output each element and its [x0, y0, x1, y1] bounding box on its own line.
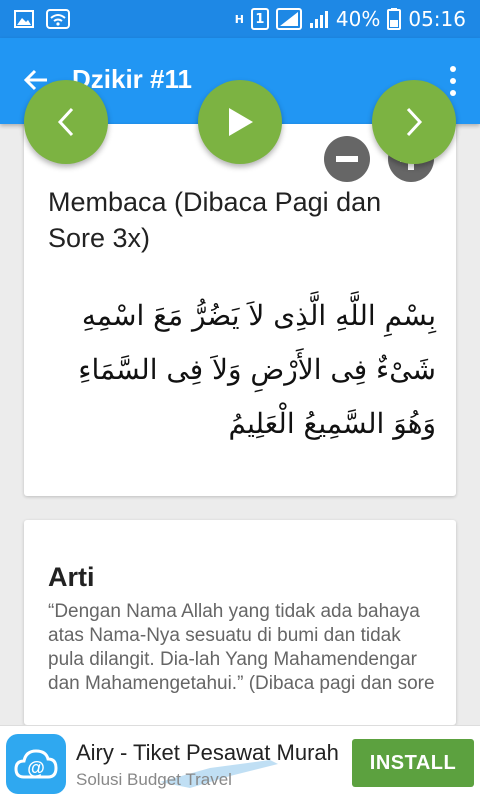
signal-icon: [275, 8, 302, 30]
ad-title: Airy - Tiket Pesawat Murah: [76, 740, 339, 765]
wifi-icon: [46, 9, 70, 29]
chevron-right-icon: [406, 107, 423, 137]
zoom-out-icon[interactable]: [324, 136, 370, 182]
next-button[interactable]: [372, 80, 456, 164]
gallery-notification-icon: [14, 10, 34, 28]
dzikir-title: Membaca (Dibaca Pagi dan Sore 3x): [48, 187, 382, 253]
signal-secondary-icon: [309, 9, 329, 29]
arti-title: Arti: [48, 562, 95, 592]
airy-logo-icon: @: [6, 734, 66, 794]
status-bar: H 1 40% 05:16: [0, 0, 480, 38]
svg-text:@: @: [27, 758, 45, 778]
install-button[interactable]: INSTALL: [352, 739, 474, 787]
overflow-menu-icon[interactable]: [446, 66, 460, 96]
battery-icon: [387, 8, 402, 30]
battery-percent: 40%: [335, 7, 381, 31]
play-icon: [229, 108, 253, 136]
hspa-icon: H: [234, 12, 244, 26]
ad-banner[interactable]: @ Airy - Tiket Pesawat Murah Solusi Budg…: [0, 725, 480, 800]
previous-button[interactable]: [24, 80, 108, 164]
clock: 05:16: [408, 7, 466, 31]
chevron-left-icon: [57, 107, 74, 137]
arti-text: “Dengan Nama Allah yang tidak ada bahaya…: [48, 601, 435, 694]
play-button[interactable]: [198, 80, 282, 164]
arti-card: Arti “Dengan Nama Allah yang tidak ada b…: [24, 520, 456, 725]
ad-subtitle: Solusi Budget Travel: [76, 770, 232, 789]
arabic-text: بِسْمِ اللَّهِ الَّذِى لاَ يَضُرُّ مَعَ …: [78, 299, 436, 440]
dzikir-card: Membaca (Dibaca Pagi dan Sore 3x) بِسْمِ…: [24, 124, 456, 496]
sim-badge-icon: 1: [250, 8, 269, 30]
